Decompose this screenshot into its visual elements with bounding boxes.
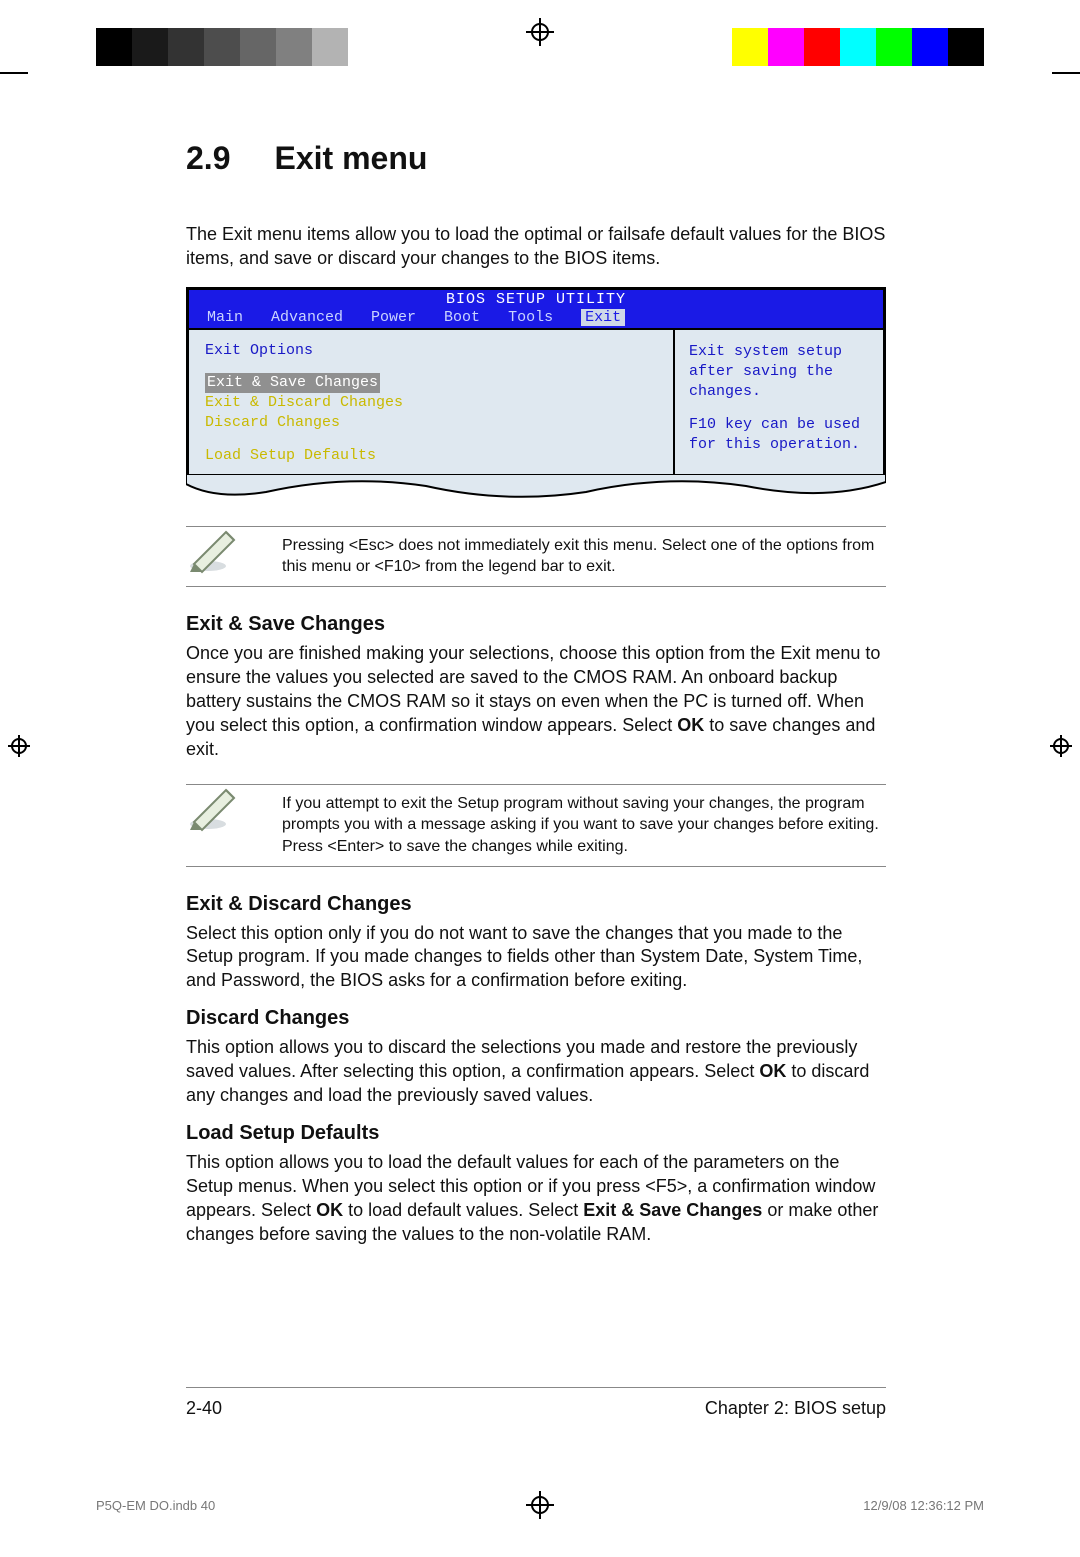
gray-swatch <box>132 28 168 66</box>
note-text-1: Pressing <Esc> does not immediately exit… <box>186 535 886 578</box>
color-swatch <box>876 28 912 66</box>
registration-mark-top <box>526 18 554 46</box>
bios-option[interactable]: Discard Changes <box>205 413 657 433</box>
print-footer: P5Q-EM DO.indb 40 12/9/08 12:36:12 PM <box>96 1498 984 1513</box>
color-swatch <box>696 28 732 66</box>
section-number: 2.9 <box>186 140 230 177</box>
chapter-label: Chapter 2: BIOS setup <box>705 1398 886 1419</box>
pencil-note-icon <box>186 782 246 832</box>
gray-swatch <box>204 28 240 66</box>
color-swatch <box>768 28 804 66</box>
load-defaults-body: This option allows you to load the defau… <box>186 1151 886 1247</box>
section-title: Exit menu <box>274 140 427 177</box>
grayscale-swatches <box>96 28 384 66</box>
color-swatches <box>696 28 984 66</box>
note-block-2: If you attempt to exit the Setup program… <box>186 784 886 867</box>
print-timestamp: 12/9/08 12:36:12 PM <box>863 1498 984 1513</box>
note-text-2: If you attempt to exit the Setup program… <box>186 793 886 858</box>
gray-swatch <box>348 28 384 66</box>
pencil-note-icon <box>186 524 246 574</box>
color-swatch <box>948 28 984 66</box>
bios-tab-main[interactable]: Main <box>207 309 243 326</box>
bios-tab-boot[interactable]: Boot <box>444 309 480 326</box>
color-swatch <box>804 28 840 66</box>
bios-option[interactable]: Exit & Save Changes <box>205 373 380 393</box>
print-file-name: P5Q-EM DO.indb 40 <box>96 1498 215 1513</box>
exit-discard-body: Select this option only if you do not wa… <box>186 922 886 994</box>
intro-paragraph: The Exit menu items allow you to load th… <box>186 223 886 271</box>
gray-swatch <box>168 28 204 66</box>
bios-option[interactable]: Load Setup Defaults <box>205 446 657 466</box>
color-swatch <box>840 28 876 66</box>
bios-option[interactable]: Exit & Discard Changes <box>205 393 657 413</box>
bios-options-panel: Exit Options Exit & Save ChangesExit & D… <box>189 330 673 478</box>
crop-tick-right <box>1052 72 1080 74</box>
gray-swatch <box>276 28 312 66</box>
page-number: 2-40 <box>186 1398 222 1419</box>
gray-swatch <box>240 28 276 66</box>
exit-save-heading: Exit & Save Changes <box>186 613 886 636</box>
torn-edge <box>186 474 886 504</box>
discard-body: This option allows you to discard the se… <box>186 1036 886 1108</box>
load-defaults-heading: Load Setup Defaults <box>186 1122 886 1145</box>
bios-help-panel: Exit system setup after saving the chang… <box>673 330 883 478</box>
bios-tab-tools[interactable]: Tools <box>508 309 553 326</box>
exit-save-body: Once you are finished making your select… <box>186 642 886 762</box>
registration-mark-left <box>8 735 30 757</box>
crop-tick-left <box>0 72 28 74</box>
gray-swatch <box>96 28 132 66</box>
bios-options-heading: Exit Options <box>205 342 657 359</box>
bios-utility-title: BIOS SETUP UTILITY <box>189 290 883 309</box>
discard-heading: Discard Changes <box>186 1007 886 1030</box>
color-swatch <box>912 28 948 66</box>
bios-help-text-1: Exit system setup after saving the chang… <box>689 342 869 403</box>
gray-swatch <box>312 28 348 66</box>
bios-help-text-2: F10 key can be used for this operation. <box>689 415 869 456</box>
exit-discard-heading: Exit & Discard Changes <box>186 893 886 916</box>
bios-tab-power[interactable]: Power <box>371 309 416 326</box>
bios-tab-exit[interactable]: Exit <box>581 309 625 326</box>
page-content: 2.9 Exit menu The Exit menu items allow … <box>186 140 886 1261</box>
section-heading: 2.9 Exit menu <box>186 140 886 177</box>
color-swatch <box>732 28 768 66</box>
bios-tab-advanced[interactable]: Advanced <box>271 309 343 326</box>
bios-screenshot: BIOS SETUP UTILITY Main Advanced Power Boot… <box>186 287 886 478</box>
registration-mark-right <box>1050 735 1072 757</box>
note-block-1: Pressing <Esc> does not immediately exit… <box>186 526 886 587</box>
bios-menubar: Main Advanced Power Boot Tools Exit <box>189 309 883 328</box>
page-footer: 2-40 Chapter 2: BIOS setup <box>186 1387 886 1419</box>
